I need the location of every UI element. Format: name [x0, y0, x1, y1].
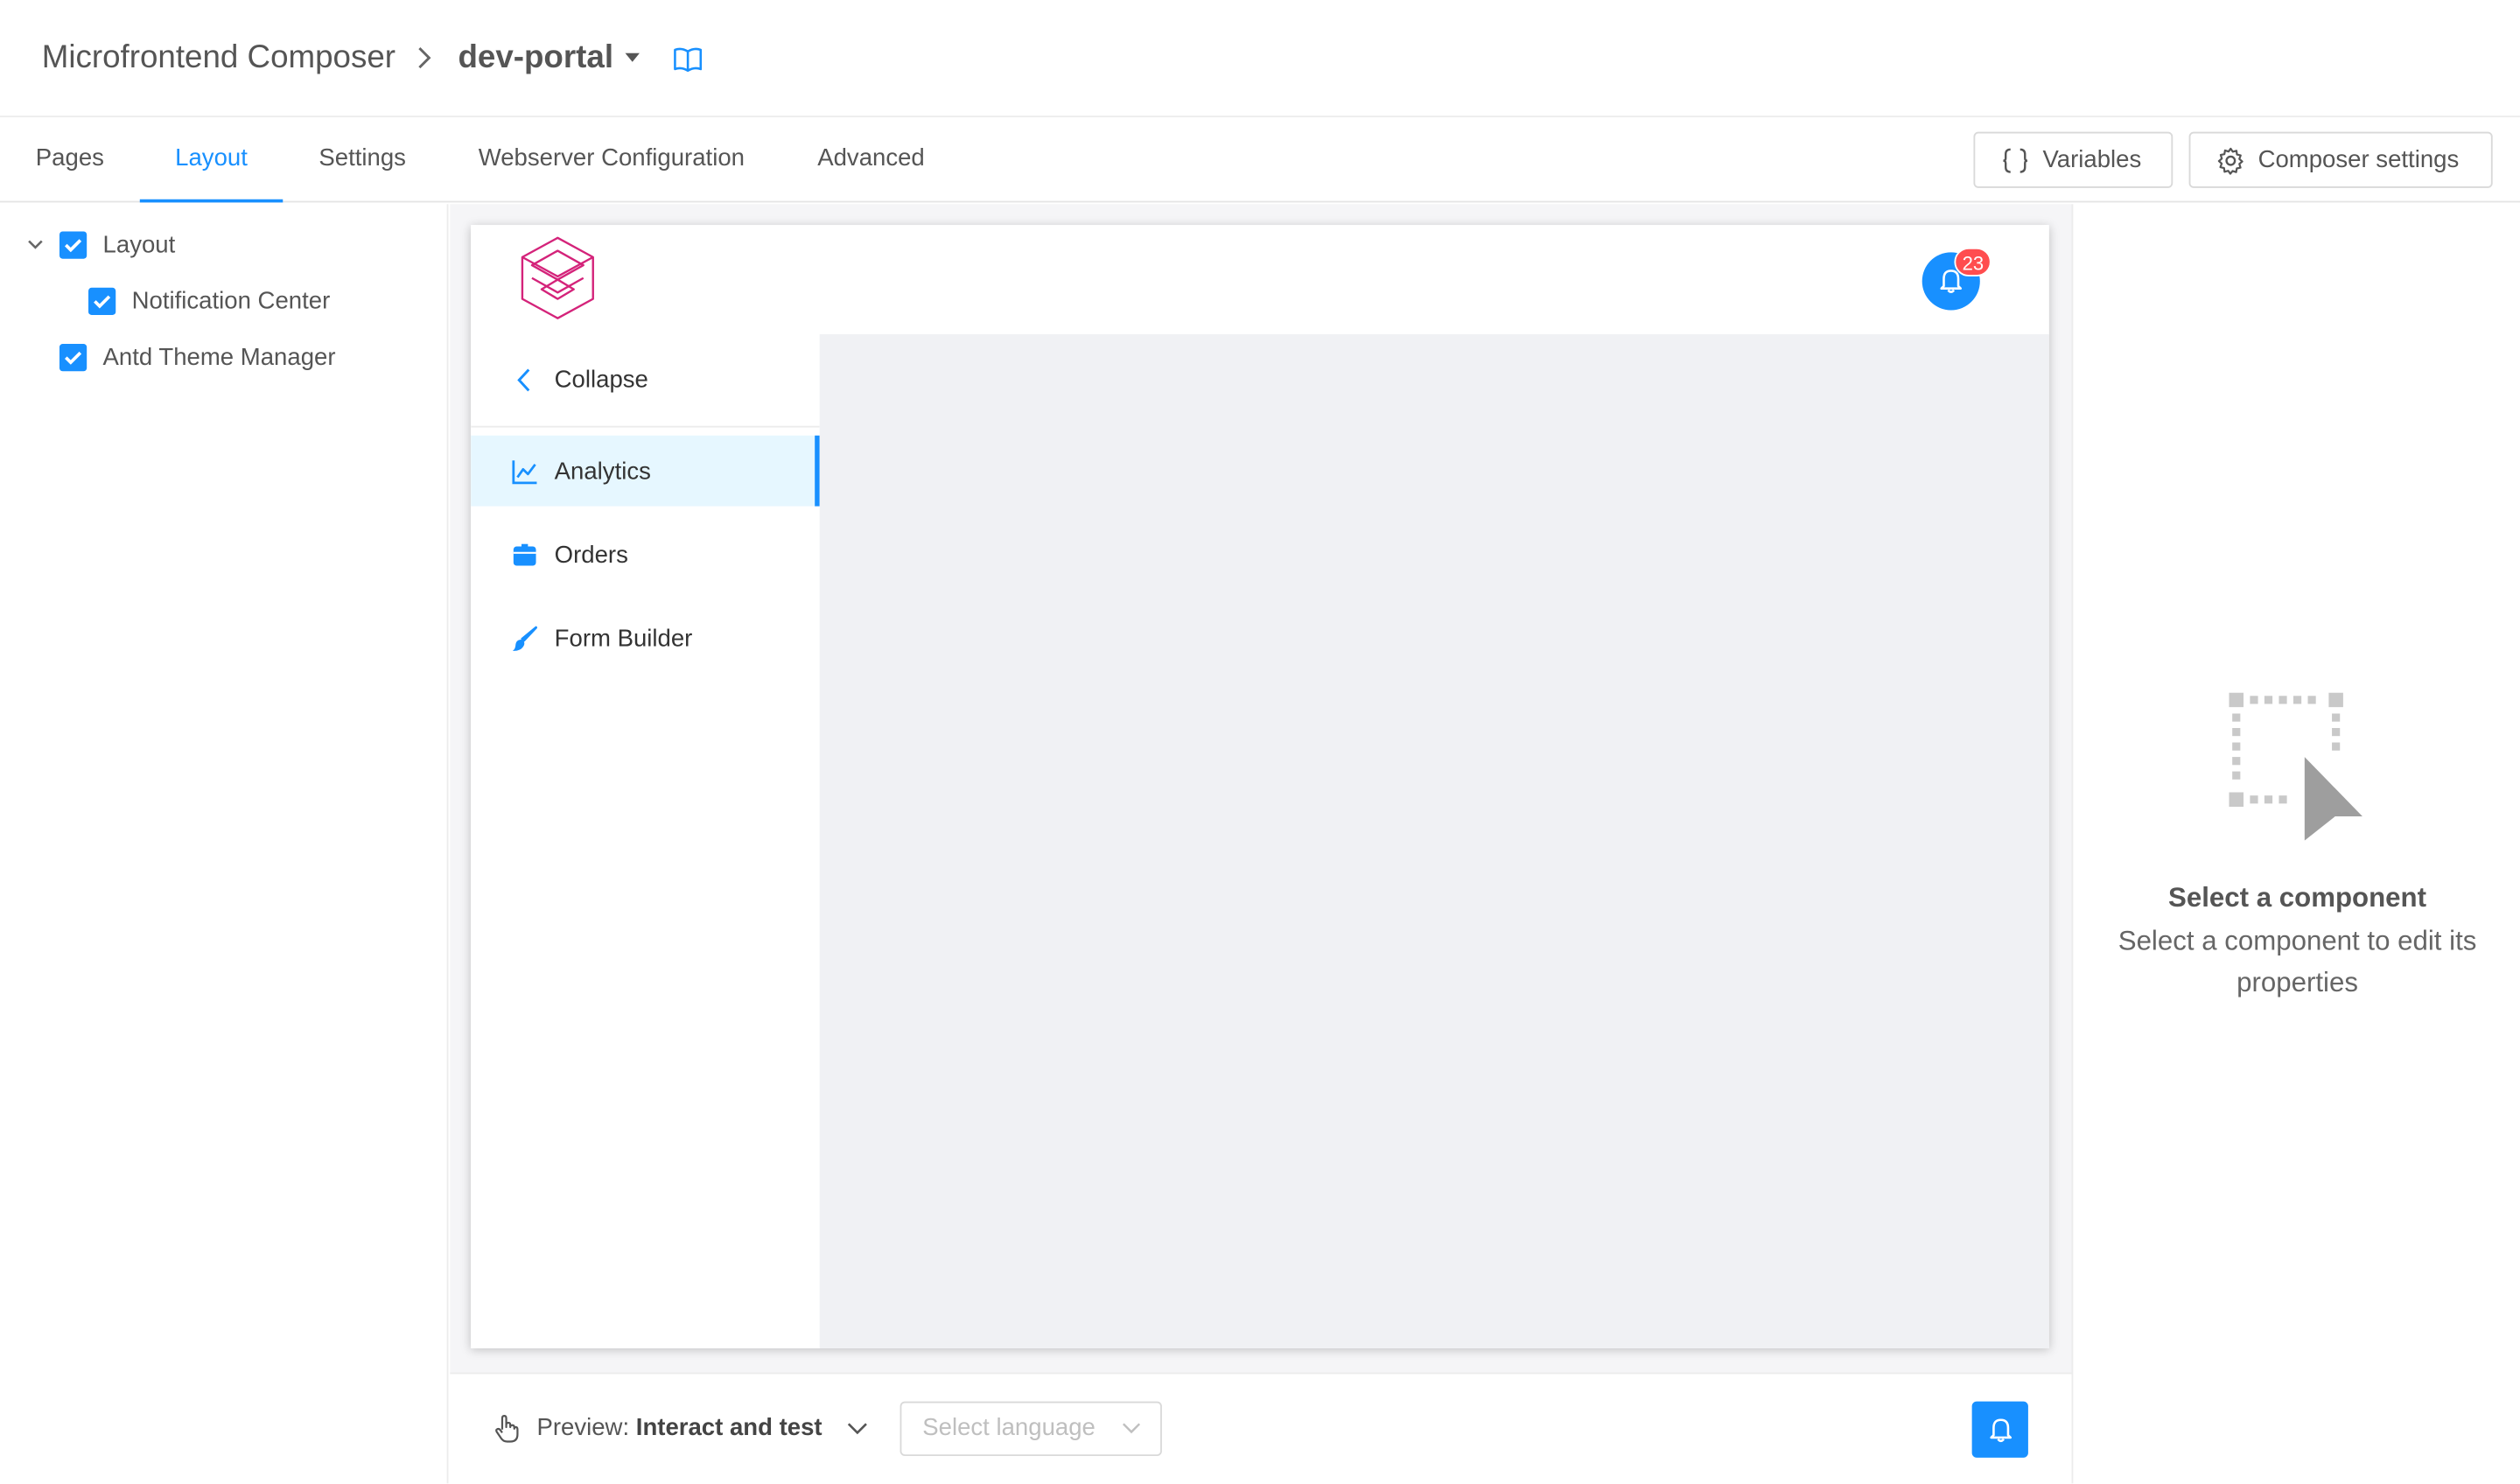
- chevron-right-icon: [418, 47, 431, 69]
- top-header: Microfrontend Composer dev-portal: [0, 0, 2520, 118]
- menu-item-label: Form Builder: [554, 624, 693, 652]
- language-select-placeholder: Select language: [922, 1414, 1096, 1442]
- documentation-icon[interactable]: [674, 46, 703, 73]
- select-component-icon: [2229, 692, 2362, 841]
- app-title[interactable]: Microfrontend Composer: [42, 40, 396, 77]
- menu-item-label: Orders: [554, 541, 628, 569]
- preview-sidebar: Collapse Analytics Orders Form Builder: [471, 334, 820, 1348]
- braces-icon: [2003, 147, 2028, 172]
- tree-node-notification-center[interactable]: Notification Center: [88, 281, 330, 319]
- box-icon: [513, 542, 536, 565]
- chevron-down-icon: [1123, 1423, 1141, 1434]
- empty-state-title: Select a component: [2168, 882, 2427, 914]
- line-chart-icon: [512, 459, 537, 484]
- preview-frame[interactable]: 23 Collapse Analytics Orders Form Builde…: [471, 225, 2049, 1348]
- preview-content-area: [819, 334, 2049, 1348]
- bell-icon: [1989, 1418, 2012, 1442]
- checkbox-checked-icon[interactable]: [59, 230, 88, 258]
- preview-mode-value: Interact and test: [635, 1414, 822, 1442]
- project-selector[interactable]: dev-portal: [458, 40, 613, 77]
- composer-settings-label: Composer settings: [2258, 146, 2460, 174]
- composer-settings-button[interactable]: Composer settings: [2188, 131, 2493, 188]
- preview-prefix: Preview:: [536, 1414, 630, 1442]
- tab-webserver-configuration[interactable]: Webserver Configuration: [442, 119, 781, 203]
- composer-app: Microfrontend Composer dev-portal Pages …: [0, 0, 2520, 1484]
- tab-layout[interactable]: Layout: [139, 119, 284, 203]
- chevron-down-icon[interactable]: [847, 1422, 868, 1435]
- hand-pointer-icon: [495, 1415, 519, 1443]
- menu-item-analytics[interactable]: Analytics: [471, 435, 820, 507]
- tree-node-label: Notification Center: [131, 286, 331, 315]
- preview-mode-selector[interactable]: Preview: Interact and test: [536, 1414, 822, 1441]
- notifications-button[interactable]: [1971, 1401, 2028, 1458]
- layout-tree: [0, 204, 449, 1484]
- tree-node-layout[interactable]: Layout: [59, 225, 176, 263]
- collapse-button[interactable]: Collapse: [471, 334, 820, 428]
- tab-pages[interactable]: Pages: [0, 119, 140, 203]
- collapse-label: Collapse: [554, 366, 648, 394]
- chevron-left-icon: [517, 368, 530, 392]
- caret-down-icon[interactable]: [625, 52, 640, 63]
- chevron-down-icon[interactable]: [25, 236, 45, 252]
- variables-label: Variables: [2042, 146, 2142, 174]
- brush-icon: [512, 625, 538, 650]
- tree-node-label: Layout: [102, 230, 176, 258]
- tab-settings[interactable]: Settings: [283, 119, 442, 203]
- checkbox-checked-icon[interactable]: [88, 286, 116, 315]
- notification-count-badge: 23: [1954, 247, 1992, 276]
- gear-icon: [2217, 146, 2244, 174]
- preview-toolbar: Preview: Interact and test Select langua…: [450, 1372, 2072, 1484]
- menu-item-form-builder[interactable]: Form Builder: [471, 603, 820, 674]
- menu-item-label: Analytics: [554, 457, 651, 485]
- preview-header: 23: [471, 225, 2049, 335]
- app-logo-icon: [521, 236, 594, 319]
- tab-advanced[interactable]: Advanced: [781, 119, 962, 203]
- checkbox-checked-icon[interactable]: [59, 343, 88, 371]
- empty-state-description: Select a component to edit its propertie…: [2118, 925, 2477, 998]
- menu-item-orders[interactable]: Orders: [471, 519, 820, 590]
- properties-panel: Select a component Select a component to…: [2071, 204, 2520, 1484]
- tree-node-label: Antd Theme Manager: [102, 343, 336, 371]
- tree-node-antd-theme-manager[interactable]: Antd Theme Manager: [59, 338, 336, 376]
- variables-button[interactable]: Variables: [1973, 131, 2174, 188]
- language-select[interactable]: Select language: [900, 1401, 1162, 1457]
